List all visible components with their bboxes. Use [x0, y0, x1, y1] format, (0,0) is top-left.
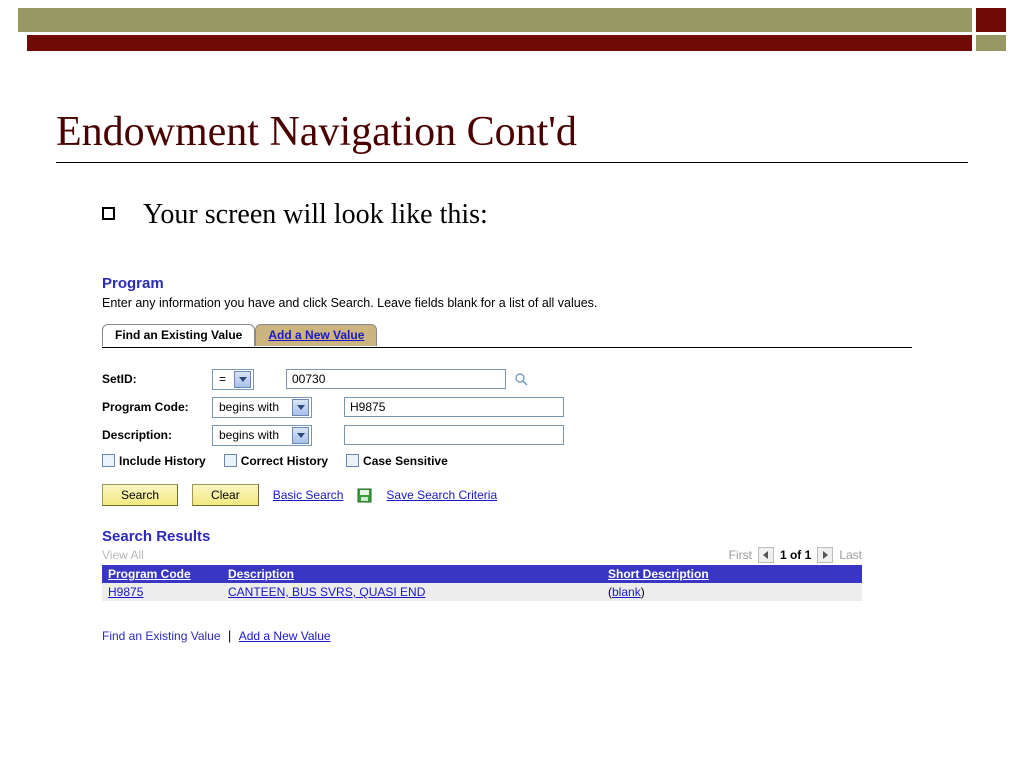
result-short-description: (blank) — [602, 583, 862, 601]
bullet-text: Your screen will look like this: — [143, 199, 488, 231]
table-row: H9875 CANTEEN, BUS SVRS, QUASI END (blan… — [102, 583, 862, 601]
col-description[interactable]: Description — [222, 565, 602, 583]
description-operator-select[interactable]: begins with — [212, 425, 312, 446]
search-form: SetID: = Program Code: begins with Descr… — [102, 366, 968, 506]
save-icon — [357, 488, 372, 503]
setid-label: SetID: — [102, 372, 212, 386]
search-button[interactable]: Search — [102, 484, 178, 506]
basic-search-link[interactable]: Basic Search — [273, 488, 344, 502]
results-pager: First 1 of 1 Last — [729, 547, 862, 563]
col-short-description[interactable]: Short Description — [602, 565, 862, 583]
setid-operator-select[interactable]: = — [212, 369, 254, 390]
table-header-row: Program Code Description Short Descripti… — [102, 565, 862, 583]
lookup-icon[interactable] — [514, 372, 528, 386]
result-program-code-link[interactable]: H9875 — [108, 585, 143, 599]
tabs: Find an Existing ValueAdd a New Value — [102, 324, 968, 348]
case-sensitive-checkbox[interactable]: Case Sensitive — [346, 454, 448, 468]
view-all-link[interactable]: View All — [102, 548, 144, 562]
pager-position: 1 of 1 — [780, 548, 811, 562]
program-code-label: Program Code: — [102, 400, 212, 414]
results-table: Program Code Description Short Descripti… — [102, 565, 862, 601]
save-search-criteria-link[interactable]: Save Search Criteria — [386, 488, 497, 502]
search-instruction: Enter any information you have and click… — [102, 296, 968, 310]
decorative-header-band — [0, 0, 1024, 52]
description-label: Description: — [102, 428, 212, 442]
separator: | — [228, 629, 231, 643]
peoplesoft-screenshot: Program Enter any information you have a… — [102, 275, 968, 643]
description-input[interactable] — [344, 425, 564, 445]
pager-next-icon[interactable] — [817, 547, 833, 563]
pager-last[interactable]: Last — [839, 548, 862, 562]
pager-first[interactable]: First — [729, 548, 752, 562]
result-blank-link[interactable]: blank — [612, 585, 641, 599]
component-heading: Program — [102, 275, 968, 292]
find-existing-value-link[interactable]: Find an Existing Value — [102, 629, 221, 643]
square-bullet-icon — [102, 207, 115, 220]
chevron-down-icon — [234, 371, 251, 388]
chevron-down-icon — [292, 427, 309, 444]
pager-prev-icon[interactable] — [758, 547, 774, 563]
result-description-link[interactable]: CANTEEN, BUS SVRS, QUASI END — [228, 585, 425, 599]
chevron-down-icon — [292, 399, 309, 416]
search-results-heading: Search Results — [102, 528, 968, 545]
title-underline — [56, 162, 968, 163]
add-new-value-link[interactable]: Add a New Value — [239, 629, 331, 643]
program-code-input[interactable] — [344, 397, 564, 417]
bottom-tab-links: Find an Existing Value | Add a New Value — [102, 629, 968, 643]
clear-button[interactable]: Clear — [192, 484, 259, 506]
include-history-checkbox[interactable]: Include History — [102, 454, 206, 468]
tab-add-new[interactable]: Add a New Value — [255, 324, 377, 346]
bullet-item: Your screen will look like this: — [102, 199, 968, 231]
slide-title: Endowment Navigation Cont'd — [56, 108, 968, 156]
col-program-code[interactable]: Program Code — [102, 565, 222, 583]
correct-history-checkbox[interactable]: Correct History — [224, 454, 328, 468]
tab-find-existing[interactable]: Find an Existing Value — [102, 324, 255, 346]
setid-input[interactable] — [286, 369, 506, 389]
program-code-operator-select[interactable]: begins with — [212, 397, 312, 418]
